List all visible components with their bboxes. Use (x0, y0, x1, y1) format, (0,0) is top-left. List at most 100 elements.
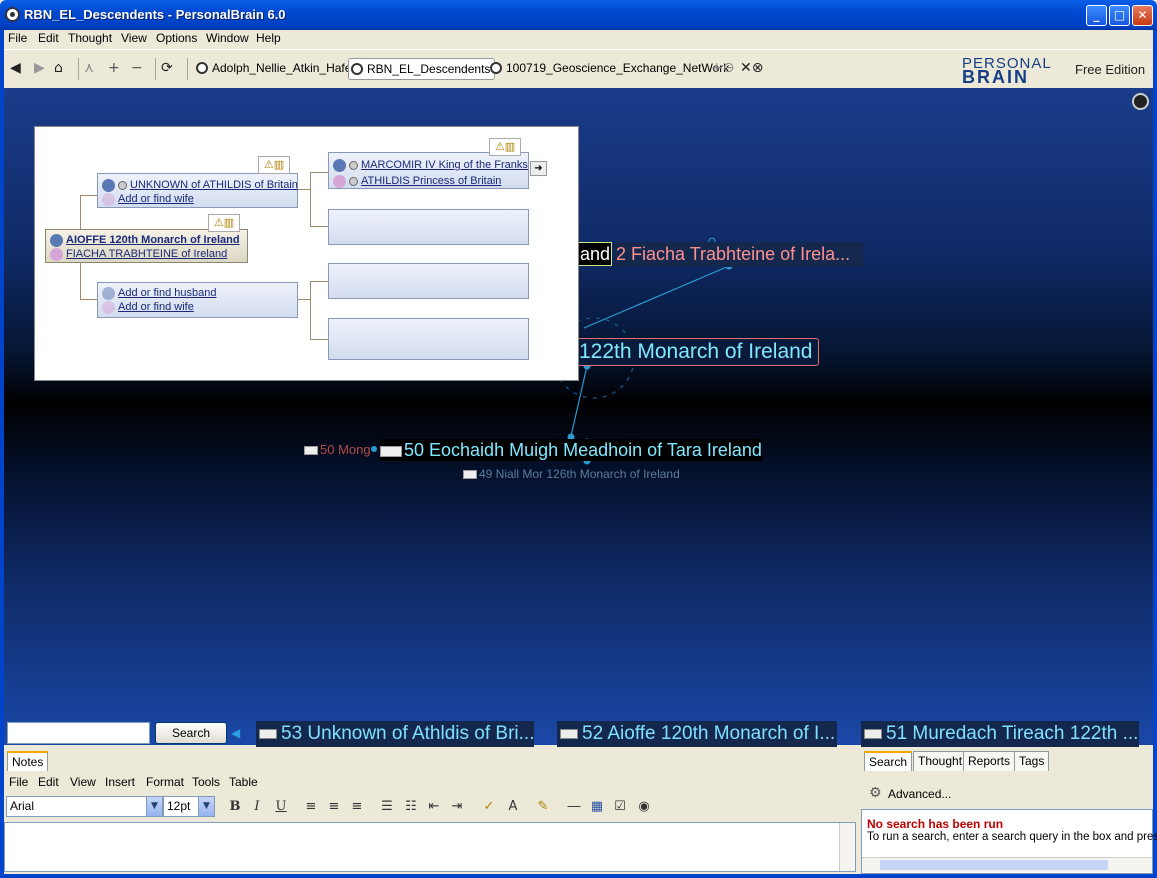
add-wife-row[interactable]: Add or find wife (102, 300, 194, 314)
spellcheck-icon[interactable]: ✓ (480, 799, 498, 814)
table-icon[interactable]: ▦ (588, 799, 606, 814)
empty-grandparents-box[interactable] (328, 209, 529, 245)
focus-father-row[interactable]: AIOFFE 120th Monarch of Ireland (50, 233, 240, 247)
brain-icon (490, 62, 502, 74)
plex-settings-icon[interactable] (1132, 93, 1149, 110)
forward-icon[interactable]: ▶ (34, 60, 45, 76)
gear-icon[interactable]: ⚙ (869, 785, 882, 801)
gp-father-row[interactable]: MARCOMIR IV King of the Franks (333, 158, 528, 172)
menu-window[interactable]: Window (206, 31, 249, 45)
pins-arrow-icon[interactable]: ◀ (231, 726, 245, 740)
warning-icon[interactable]: ⚠▥ (489, 138, 521, 156)
scrollbar-thumb[interactable] (880, 860, 1108, 870)
link-icon[interactable]: ⋏ (84, 60, 94, 76)
remove-thought-icon[interactable]: − (131, 60, 143, 76)
font-color-icon[interactable]: A (504, 799, 522, 814)
parents-bottom-box[interactable]: Add or find husband Add or find wife (97, 282, 298, 318)
warning-icon[interactable]: ⚠▥ (208, 214, 240, 232)
grandparents-box[interactable]: MARCOMIR IV King of the Franks ATHILDIS … (328, 152, 529, 189)
bullet-list-icon[interactable]: ☰ (378, 799, 396, 814)
attachment-icon (864, 728, 882, 739)
empty-grandparents-box[interactable] (328, 318, 529, 360)
menu-edit[interactable]: Edit (38, 31, 59, 45)
notes-menu-format[interactable]: Format (146, 775, 184, 789)
notes-menu-tools[interactable]: Tools (192, 775, 220, 789)
indent-icon[interactable]: ⇥ (448, 799, 466, 814)
checkbox-icon[interactable]: ☑ (611, 799, 629, 814)
pin-item-52[interactable]: 52 Aioffe 120th Monarch of I... (557, 721, 837, 747)
home-icon[interactable]: ⌂ (54, 60, 63, 76)
italic-icon[interactable]: I (248, 799, 266, 814)
gp-mother-row[interactable]: ATHILDIS Princess of Britain (333, 174, 501, 188)
horizontal-rule-icon[interactable]: ― (565, 799, 583, 814)
advanced-search-link[interactable]: Advanced... (888, 787, 951, 801)
empty-grandparents-box[interactable] (328, 263, 529, 299)
notes-menu-view[interactable]: View (70, 775, 96, 789)
menu-view[interactable]: View (121, 31, 147, 45)
align-right-icon[interactable]: ≡ (348, 799, 366, 814)
pin-item-53[interactable]: 53 Unknown of Athldis of Bri... (256, 721, 534, 747)
close-button[interactable]: ✕ (1132, 5, 1153, 26)
notes-menu-insert[interactable]: Insert (105, 775, 135, 789)
menu-thought[interactable]: Thought (68, 31, 112, 45)
attachment-icon (463, 470, 477, 480)
menu-options[interactable]: Options (156, 31, 197, 45)
tab-search[interactable]: Search (864, 751, 913, 771)
numbered-list-icon[interactable]: ☷ (402, 799, 420, 814)
tab-notes[interactable]: Notes (7, 751, 49, 771)
menu-file[interactable]: File (8, 31, 27, 45)
minimize-button[interactable]: _ (1086, 5, 1107, 26)
back-icon[interactable]: ◀ (10, 60, 21, 76)
outdent-icon[interactable]: ⇤ (425, 799, 443, 814)
align-left-icon[interactable]: ≡ (302, 799, 320, 814)
add-thought-icon[interactable]: + (108, 60, 120, 76)
chevron-down-icon[interactable]: ▼ (198, 797, 214, 816)
plex-search-input[interactable] (7, 722, 150, 744)
tab-reports[interactable]: Reports (963, 751, 1016, 771)
refresh-icon[interactable]: ⟳ (161, 60, 173, 76)
format-painter-icon[interactable]: ✎ (534, 799, 552, 814)
close-brain-tab-icon[interactable]: ✕⊗ (740, 60, 763, 76)
thought-active[interactable]: 122th Monarch of Ireland (576, 338, 819, 366)
align-center-icon[interactable]: ≡ (325, 799, 343, 814)
warning-icon[interactable]: ⚠▥ (258, 156, 290, 174)
bold-icon[interactable]: B (226, 799, 244, 814)
notes-menu-file[interactable]: File (9, 775, 28, 789)
menu-help[interactable]: Help (256, 31, 281, 45)
maximize-button[interactable]: □ (1109, 5, 1130, 26)
search-button[interactable]: Search (155, 722, 227, 744)
thought-fiacha[interactable]: 2 Fiacha Trabhteine of Irela... (613, 242, 863, 267)
thought-eochaidh[interactable]: 50 Eochaidh Muigh Meadhoin of Tara Irela… (380, 439, 762, 461)
thought-mong[interactable]: 50 Mong (304, 443, 371, 457)
tab-tags[interactable]: Tags (1014, 751, 1050, 771)
parents-top-box[interactable]: UNKNOWN of ATHILDIS of Britain Add or fi… (97, 173, 298, 208)
underline-icon[interactable]: U (272, 799, 290, 814)
title-bar[interactable]: RBN_EL_Descendents - PersonalBrain 6.0 _… (0, 0, 1157, 30)
expand-arrow-icon[interactable]: ➜ (530, 161, 547, 176)
focus-mother-row[interactable]: FIACHA TRABHTEINE of Ireland (50, 247, 227, 261)
font-size-select[interactable]: 12pt ▼ (163, 796, 215, 817)
audio-icon[interactable]: ◉ (635, 799, 653, 814)
brain-tab-geoscience[interactable]: 100719_Geoscience_Exchange_NetWork (488, 58, 729, 80)
thought-niall[interactable]: 49 Niall Mor 126th Monarch of Ireland (463, 467, 680, 481)
parent-mother-row[interactable]: Add or find wife (102, 192, 194, 206)
pin-item-51[interactable]: 51 Muredach Tireach 122th ... (861, 721, 1139, 747)
female-icon (50, 247, 63, 261)
tree-line (310, 226, 328, 227)
notes-scrollbar[interactable] (839, 823, 855, 871)
font-family-select[interactable]: Arial ▼ (6, 796, 163, 817)
results-scrollbar[interactable] (862, 857, 1152, 872)
app-icon[interactable] (5, 7, 20, 22)
chevron-down-icon[interactable]: ▼ (146, 797, 162, 816)
notes-menu-edit[interactable]: Edit (38, 775, 59, 789)
parent-father-row[interactable]: UNKNOWN of ATHILDIS of Britain (102, 178, 298, 192)
focus-couple-box[interactable]: AIOFFE 120th Monarch of Ireland FIACHA T… (45, 229, 248, 263)
brain-tab-rbn[interactable]: RBN_EL_Descendents (348, 58, 496, 80)
notes-menu-table[interactable]: Table (229, 775, 258, 789)
brain-tab-adolph[interactable]: Adolph_Nellie_Atkin_Hafen (194, 58, 358, 80)
tab-thought[interactable]: Thought (913, 751, 968, 771)
add-brain-tab-icon[interactable]: +⊖ (711, 60, 734, 76)
add-husband-row[interactable]: Add or find husband (102, 286, 216, 300)
thought-partial[interactable]: and (578, 242, 613, 266)
notes-editor[interactable] (4, 822, 856, 872)
